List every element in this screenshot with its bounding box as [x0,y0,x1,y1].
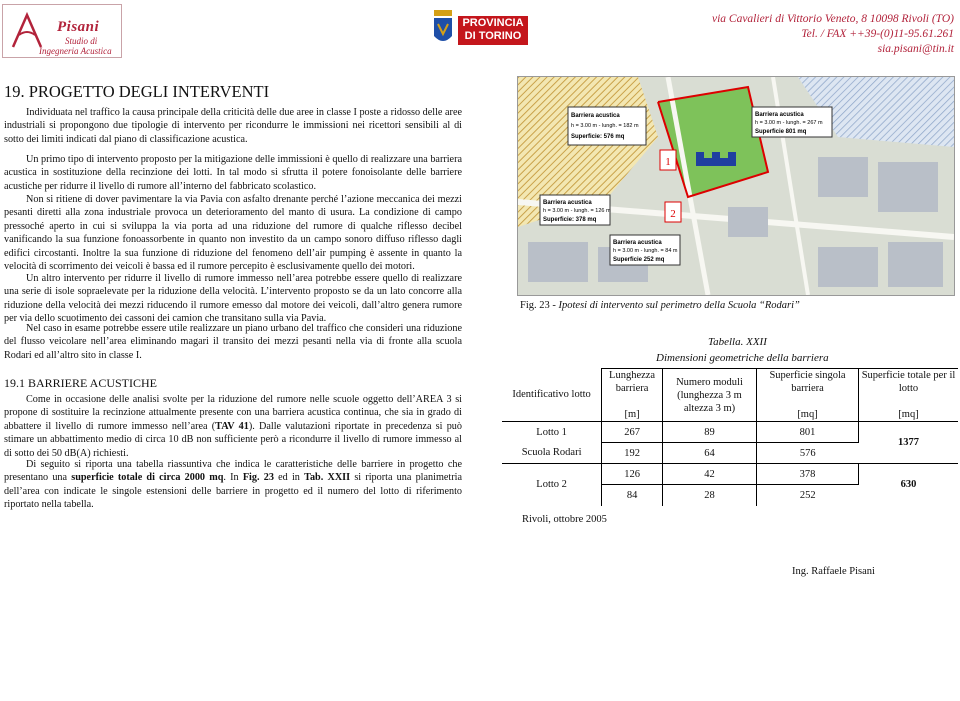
subsection-paragraph-1: Come in occasione delle analisi svolte p… [4,394,462,459]
callout-4-title: Barriera acustica [613,240,662,246]
header-id: Identificativo lotto [502,368,603,422]
paragraph-5: Nel caso in esame potrebbe essere utile … [4,323,462,361]
address-text: via Cavalieri di Vittorio Veneto, 8 1009… [711,13,954,25]
header-modules: Numero moduli (lunghezza 3 m altezza 3 m… [662,368,758,422]
studio-logo: Pisani Studio di Ingegneria Acustica [2,4,122,58]
province-logo: PROVINCIA DI TORINO [432,4,528,56]
callout-2-title: Barriera acustica [755,112,804,118]
table-header-row: Identificativo lotto Lunghezza barriera[… [502,368,958,422]
callout-3-line2: Superficie: 378 mq [543,217,597,223]
callout-1-line1: h = 3.00 m - lungh. = 182 m [571,123,639,129]
total-lotto-1: 1377 [858,421,958,464]
lot-marker-2: 2 [670,208,676,220]
section-title: 19. PROGETTO DEGLI INTERVENTI [4,82,270,101]
table-row: Lotto 1 267 89 801 1377 [502,421,958,464]
callout-2-line1: h = 3.00 m - lungh. = 267 m [755,120,823,126]
lot-marker-1: 1 [665,156,671,168]
email-text: sia.pisani@tin.it [877,43,954,55]
paragraph-1: Individuata nel traffico la causa princi… [4,107,462,145]
header-surface: Superficie singola barriera [mq] [756,368,859,422]
figure-caption: Fig. 23 - Ipotesi di intervento sul peri… [520,300,800,311]
province-crest-icon [434,10,452,41]
site-plan-map: Barriera acustica h = 3.00 m - lungh. = … [517,76,955,296]
studio-logo-sub1: Studio di [65,36,98,46]
callout-3-line1: h = 3.00 m - lungh. = 126 m [543,208,611,214]
document-date: Rivoli, ottobre 2005 [522,514,607,525]
signature: Ing. Raffaele Pisani [792,566,875,577]
province-logo-text: PROVINCIA DI TORINO [458,16,528,45]
contact-block: via Cavalieri di Vittorio Veneto, 8 1009… [712,12,954,57]
paragraph-2: Un primo tipo di intervento proposto per… [4,154,462,192]
school-building [696,152,736,166]
header-total: Superficie totale per il lotto [mq] [858,368,958,422]
callout-4-line1: h = 3.00 m - lungh. = 84 m [613,248,678,254]
barrier-table: Identificativo lotto Lunghezza barriera[… [502,368,958,506]
table-title: Tabella. XXII [708,336,767,348]
paragraph-3: Non si ritiene di dover pavimentare la v… [4,194,462,273]
site-plan-drawing: Barriera acustica h = 3.00 m - lungh. = … [518,77,954,295]
studio-logo-brand: Pisani [57,19,100,35]
callout-3-title: Barriera acustica [543,200,592,206]
callout-1-line2: Superficie: 576 mq [571,134,625,140]
phone-text: Tel. / FAX ++39-(0)11-95.61.261 [801,28,954,40]
subsection-paragraph-2: Di seguito si riporta una tabella riassu… [4,459,462,511]
callout-1-title: Barriera acustica [571,113,620,119]
callout-2-line2: Superficie 801 mq [755,129,807,135]
callout-4-line2: Superficie 252 mq [613,257,665,263]
table-row: Lotto 2 126 42 378 630 [502,463,958,506]
studio-logo-sub2: Ingegneria Acustica [39,46,112,56]
table-subtitle: Dimensioni geometriche della barriera [656,352,829,364]
studio-logo-mark-icon [11,11,43,48]
paragraph-4: Un altro intervento per ridurre il livel… [4,273,462,325]
subsection-title: 19.1 BARRIERE ACUSTICHE [4,376,158,390]
total-lotto-2: 630 [900,479,917,491]
header-length: Lunghezza barriera [m] [601,368,663,422]
